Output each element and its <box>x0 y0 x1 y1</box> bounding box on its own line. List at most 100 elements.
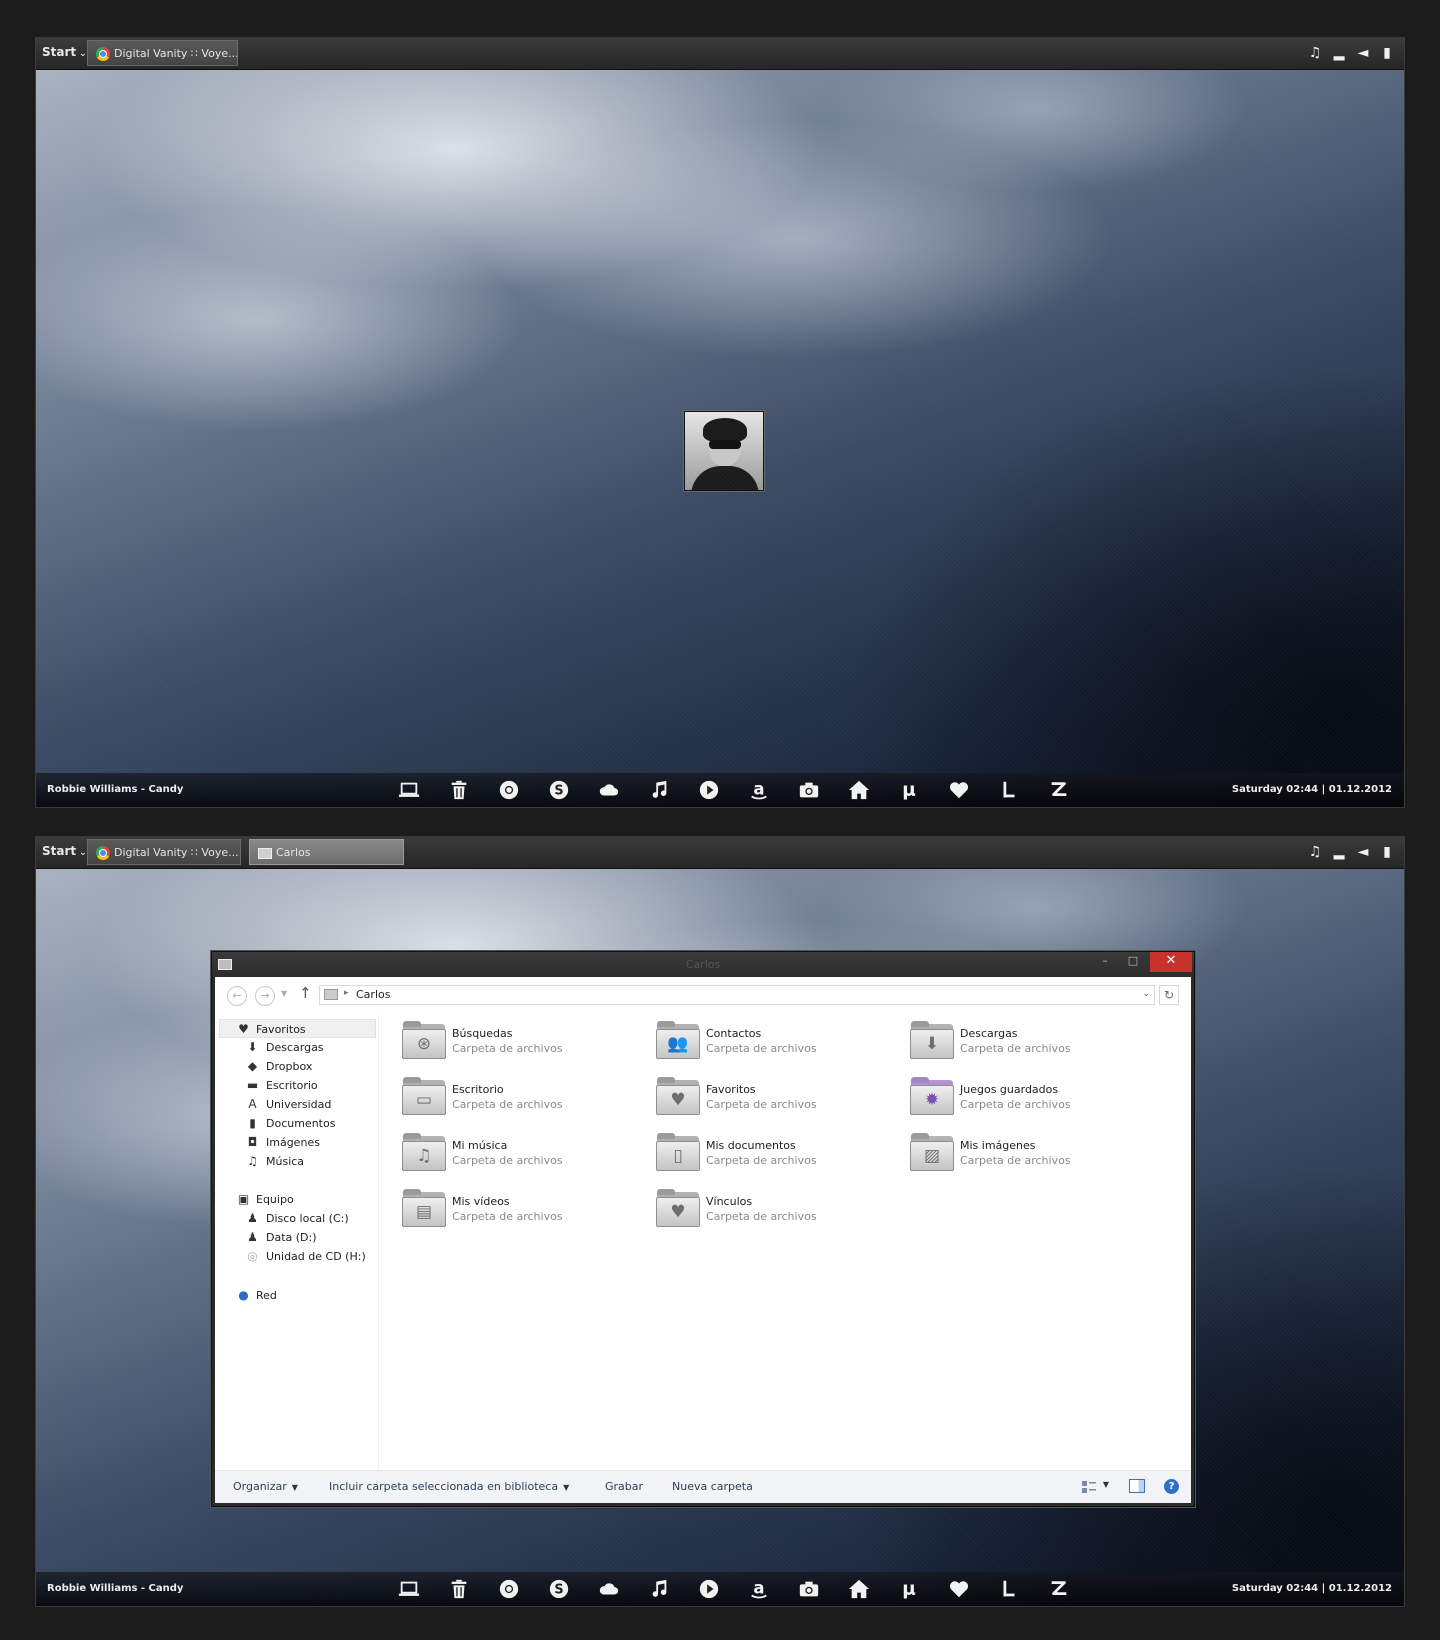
laptop-icon[interactable] <box>384 1576 434 1602</box>
task-label: Carlos <box>276 846 311 859</box>
folder-item-contactos[interactable]: 👥 Contactos Carpeta de archivos <box>646 1017 886 1063</box>
nav-computer[interactable]: ▣ Equipo <box>215 1190 375 1209</box>
maximize-button[interactable]: □ <box>1120 952 1146 972</box>
burn-button[interactable]: Grabar <box>605 1480 643 1493</box>
user-avatar[interactable] <box>684 411 764 491</box>
up-button[interactable]: ↑ <box>299 984 312 1002</box>
folder-item-escritorio[interactable]: ▭ Escritorio Carpeta de archivos <box>392 1073 632 1119</box>
music-icon[interactable] <box>634 777 684 803</box>
play-icon[interactable] <box>684 1576 734 1602</box>
volume-icon[interactable]: ◄ <box>1356 44 1370 62</box>
navigation-pane: ♥ Favoritos ⬇ Descargas ◆ Dropbox ▬ Escr… <box>215 1015 379 1471</box>
refresh-button[interactable]: ↻ <box>1159 985 1179 1005</box>
amazon-icon[interactable]: a <box>734 1576 784 1602</box>
cloud-icon[interactable] <box>584 777 634 803</box>
signal-icon[interactable]: ▂ <box>1332 44 1346 62</box>
heart-icon[interactable] <box>934 777 984 803</box>
folder-item-vinculos[interactable]: ♥ Vínculos Carpeta de archivos <box>646 1185 886 1231</box>
battery-icon[interactable]: ▮ <box>1380 843 1394 861</box>
change-view-icon[interactable] <box>1081 1479 1097 1493</box>
address-bar[interactable]: ▸ Carlos ⌄ <box>319 985 1155 1005</box>
help-icon[interactable]: ? <box>1164 1479 1179 1494</box>
signal-icon[interactable]: ▂ <box>1332 843 1346 861</box>
nav-item-musica[interactable]: ♫ Música <box>215 1152 375 1171</box>
laptop-icon[interactable] <box>384 777 434 803</box>
task-label: Digital Vanity ∷ Voye... <box>114 47 238 60</box>
nav-item-escritorio[interactable]: ▬ Escritorio <box>215 1076 375 1095</box>
chevron-down-icon[interactable]: ⌄ <box>1142 989 1150 999</box>
recent-locations-button[interactable]: ▼ <box>281 989 287 998</box>
chevron-down-icon: ⌄ <box>79 848 87 858</box>
address-text[interactable]: Carlos <box>356 988 390 1001</box>
system-tray: ♫ ▂ ◄ ▮ <box>1308 44 1394 62</box>
chevron-right-icon[interactable]: ▸ <box>344 988 349 998</box>
chrome-icon[interactable] <box>484 777 534 803</box>
task-button-chrome[interactable]: Digital Vanity ∷ Voye... <box>87 40 238 66</box>
folder-item-mis-videos[interactable]: ▤ Mis vídeos Carpeta de archivos <box>392 1185 632 1231</box>
minimize-button[interactable]: – <box>1092 952 1118 972</box>
dropdown-arrow-icon[interactable]: ▼ <box>1103 1480 1109 1489</box>
nav-item-disco-c[interactable]: ♟ Disco local (C:) <box>215 1209 375 1228</box>
volume-icon[interactable]: ◄ <box>1356 843 1370 861</box>
z-icon[interactable] <box>1034 1576 1084 1602</box>
home-icon[interactable] <box>834 1576 884 1602</box>
forward-button[interactable]: → <box>255 986 275 1006</box>
cloud-icon[interactable] <box>584 1576 634 1602</box>
task-button-chrome[interactable]: Digital Vanity ∷ Voye... <box>87 839 241 865</box>
new-folder-button[interactable]: Nueva carpeta <box>672 1480 753 1493</box>
nav-item-descargas[interactable]: ⬇ Descargas <box>215 1038 375 1057</box>
include-library-button[interactable]: Incluir carpeta seleccionada en bibliote… <box>329 1480 569 1493</box>
lastfm-icon[interactable] <box>984 777 1034 803</box>
nav-item-dropbox[interactable]: ◆ Dropbox <box>215 1057 375 1076</box>
heart-icon: ♥ <box>238 1022 249 1036</box>
utorrent-icon[interactable]: μ <box>884 777 934 803</box>
dropbox-icon: ◆ <box>247 1059 258 1073</box>
organize-button[interactable]: Organizar ▼ <box>233 1480 298 1493</box>
skype-icon[interactable]: S <box>534 1576 584 1602</box>
folder-item-favoritos[interactable]: ♥ Favoritos Carpeta de archivos <box>646 1073 886 1119</box>
home-icon[interactable] <box>834 777 884 803</box>
folder-item-mi-musica[interactable]: ♫ Mi música Carpeta de archivos <box>392 1129 632 1175</box>
utorrent-icon[interactable]: μ <box>884 1576 934 1602</box>
bottom-dock: Robbie Williams - Candy Sa μ Saturday 02:… <box>36 1572 1404 1606</box>
music-note-icon[interactable]: ♫ <box>1308 44 1322 62</box>
folder-item-mis-imagenes[interactable]: ▨ Mis imágenes Carpeta de archivos <box>900 1129 1140 1175</box>
nav-item-cd-h[interactable]: ◎ Unidad de CD (H:) <box>215 1247 375 1266</box>
folder-item-descargas[interactable]: ⬇ Descargas Carpeta de archivos <box>900 1017 1140 1063</box>
folder-item-mis-documentos[interactable]: ▯ Mis documentos Carpeta de archivos <box>646 1129 886 1175</box>
nav-network[interactable]: ● Red <box>215 1286 375 1305</box>
explorer-window: Carlos – □ ✕ ← → ▼ ↑ ▸ Carlos ⌄ ↻ ♥ Favo… <box>211 951 1195 1507</box>
nav-item-imagenes[interactable]: ◘ Imágenes <box>215 1133 375 1152</box>
skype-icon[interactable]: S <box>534 777 584 803</box>
heart-icon[interactable] <box>934 1576 984 1602</box>
nav-item-data-d[interactable]: ♟ Data (D:) <box>215 1228 375 1247</box>
music-note-icon[interactable]: ♫ <box>1308 843 1322 861</box>
preview-pane-icon[interactable] <box>1129 1479 1145 1493</box>
trash-icon[interactable] <box>434 1576 484 1602</box>
trash-icon[interactable] <box>434 777 484 803</box>
start-button[interactable]: Start ⌄ <box>42 45 87 59</box>
camera-icon[interactable] <box>784 1576 834 1602</box>
links-folder-icon: ♥ <box>656 1189 700 1227</box>
download-icon: ⬇ <box>247 1040 258 1054</box>
nav-item-universidad[interactable]: A Universidad <box>215 1095 375 1114</box>
start-button[interactable]: Start ⌄ <box>42 844 87 858</box>
amazon-icon[interactable]: a <box>734 777 784 803</box>
nav-favorites[interactable]: ♥ Favoritos <box>219 1019 376 1038</box>
nav-item-documentos[interactable]: ▮ Documentos <box>215 1114 375 1133</box>
chrome-icon[interactable] <box>484 1576 534 1602</box>
task-button-carlos[interactable]: Carlos <box>249 839 404 865</box>
z-icon[interactable] <box>1034 777 1084 803</box>
folder-item-busquedas[interactable]: ⊛ Búsquedas Carpeta de archivos <box>392 1017 632 1063</box>
close-button[interactable]: ✕ <box>1150 952 1192 972</box>
battery-icon[interactable]: ▮ <box>1380 44 1394 62</box>
back-button[interactable]: ← <box>227 986 247 1006</box>
folder-item-juegos-guardados[interactable]: ✹ Juegos guardados Carpeta de archivos <box>900 1073 1140 1119</box>
window-titlebar[interactable]: Carlos – □ ✕ <box>212 952 1194 977</box>
play-icon[interactable] <box>684 777 734 803</box>
desktop-folder-icon: ▭ <box>402 1077 446 1115</box>
music-icon[interactable] <box>634 1576 684 1602</box>
camera-icon[interactable] <box>784 777 834 803</box>
lastfm-icon[interactable] <box>984 1576 1034 1602</box>
monitor-icon: ▣ <box>237 1192 250 1206</box>
